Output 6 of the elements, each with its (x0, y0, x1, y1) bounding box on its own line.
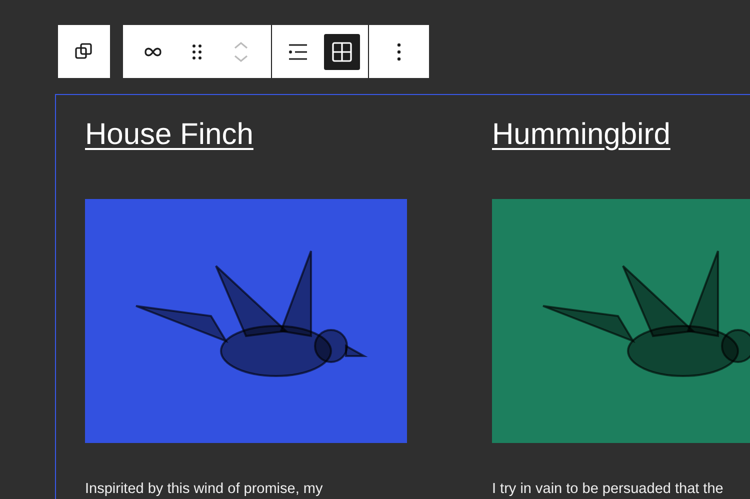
more-options-icon (397, 42, 401, 60)
grid-view-icon (330, 40, 354, 64)
post-excerpt: I try in vain to be persuaded that the (492, 480, 724, 498)
post-excerpt: Inspirited by this wind of promise, my (85, 480, 324, 498)
post-title-link[interactable]: Hummingbird (492, 113, 750, 157)
post-title-link[interactable]: House Finch (85, 113, 407, 157)
